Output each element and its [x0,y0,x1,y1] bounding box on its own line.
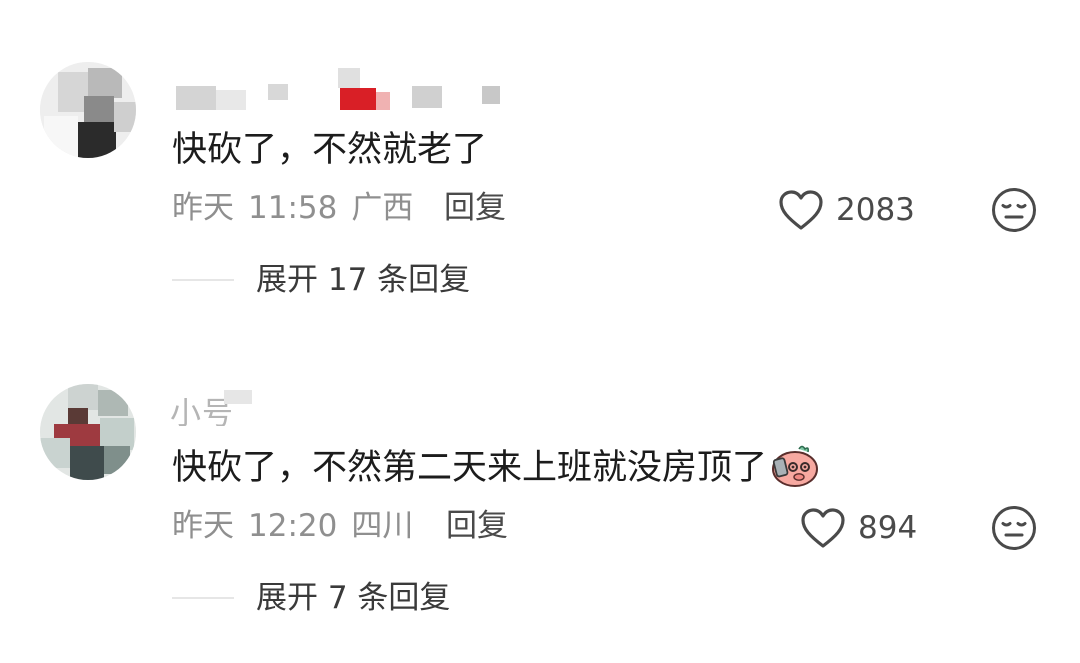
like-count: 894 [858,510,918,546]
comment-time: 11:58 [248,190,338,226]
reply-button[interactable]: 回复 [444,188,506,228]
comment-date: 昨天 [172,508,234,544]
dislike-button[interactable] [990,504,1038,552]
expand-divider [172,597,234,599]
avatar[interactable] [40,384,136,480]
expand-replies-button[interactable]: 展开 7 条回复 [172,578,450,618]
like-button[interactable]: 894 [800,506,917,550]
dislike-button[interactable] [990,186,1038,234]
pink-pig-sticker [769,443,819,489]
like-count: 2083 [836,192,915,228]
comment-text: 快砍了，不然就老了 [172,130,488,170]
meh-face-icon [990,188,1038,238]
comment-meta: 昨天 12:20 四川 [172,506,413,546]
avatar[interactable] [40,62,136,158]
comment-meta: 昨天 11:58 广西 [172,188,413,228]
comment-time: 12:20 [248,508,338,544]
comment-date: 昨天 [172,190,234,226]
heart-outline-icon [800,507,846,549]
username-blurred[interactable] [172,66,512,110]
expand-divider [172,279,234,281]
expand-replies-label: 展开 7 条回复 [256,580,451,616]
comment-text: 快砍了，不然第二天来上班就没房顶了 [172,443,819,492]
like-button[interactable]: 2083 [778,188,915,232]
username[interactable]: 小号 [170,390,260,426]
expand-replies-button[interactable]: 展开 17 条回复 [172,260,470,300]
expand-replies-label: 展开 17 条回复 [256,262,471,298]
reply-button[interactable]: 回复 [446,506,508,546]
comment-location: 广西 [351,190,414,226]
comment-location: 四川 [351,508,414,544]
comment-text-content: 快砍了，不然第二天来上班就没房顶了 [172,448,768,488]
heart-outline-icon [778,189,824,231]
meh-face-icon [990,506,1038,556]
